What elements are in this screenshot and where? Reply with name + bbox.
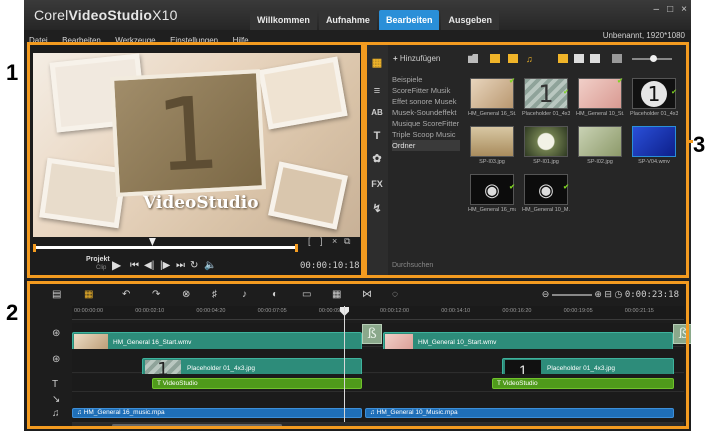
app-title: CorelVideoStudioX10 — [34, 7, 178, 23]
tab-ausgeben[interactable]: Ausgeben — [441, 10, 499, 30]
callout-frame-library — [364, 42, 689, 278]
callout-frame-timeline — [27, 281, 689, 429]
tab-willkommen[interactable]: Willkommen — [250, 10, 317, 30]
callout-3: 3 — [693, 132, 706, 157]
maximize-icon[interactable]: □ — [667, 4, 673, 15]
callout-2: 2 — [6, 300, 19, 325]
tab-bearbeiten[interactable]: Bearbeiten — [378, 10, 440, 30]
callout-leader-line — [687, 140, 693, 143]
main-tabs: Willkommen Aufnahme Bearbeiten Ausgeben — [250, 10, 501, 30]
minimize-icon[interactable]: – — [654, 4, 660, 15]
screenshot-root: 1 2 3 CorelVideoStudioX10 Willkommen Auf… — [0, 0, 711, 431]
callout-frame-player — [27, 42, 364, 278]
project-info: Unbenannt, 1920*1080 — [602, 31, 685, 40]
window-controls: – □ × — [654, 4, 687, 15]
callout-1: 1 — [6, 60, 19, 85]
close-icon[interactable]: × — [681, 4, 687, 15]
title-bar: CorelVideoStudioX10 Willkommen Aufnahme … — [24, 0, 691, 30]
tab-aufnahme[interactable]: Aufnahme — [318, 10, 377, 30]
